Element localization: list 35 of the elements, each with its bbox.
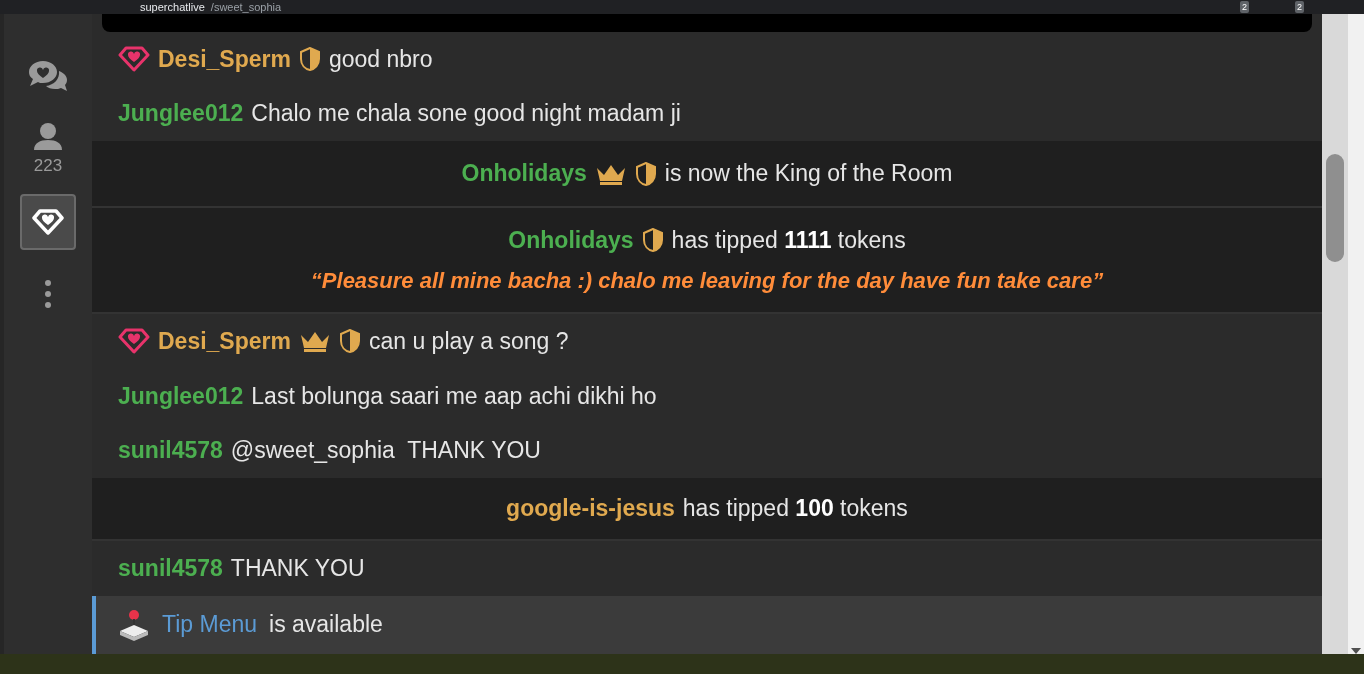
message-text: can u play a song ? <box>368 327 569 355</box>
username[interactable]: google-is-jesus <box>506 494 675 522</box>
notice-text: has tipped 1111 tokens <box>671 226 906 254</box>
down-arrow-icon[interactable] <box>1351 648 1361 654</box>
message-text: @sweet_sophia THANK YOU <box>230 437 541 465</box>
info-text: is available <box>269 611 383 639</box>
username[interactable]: Onholidays <box>508 226 634 254</box>
message-text: Last bolunga saari me aap achi dikhi ho <box>251 382 657 410</box>
username[interactable]: sunil4578 <box>118 437 223 465</box>
username[interactable]: Desi_Sperm <box>158 45 291 73</box>
joystick-icon <box>118 608 150 641</box>
scrollbar-thumb[interactable] <box>1326 154 1344 262</box>
username[interactable]: sunil4578 <box>118 554 223 582</box>
gem-heart-icon <box>32 209 64 235</box>
message-text: THANK YOU <box>230 554 365 582</box>
notice-text: has tipped 100 tokens <box>682 494 908 522</box>
extension-badge[interactable]: 2 <box>1239 1 1249 13</box>
tip-menu-link[interactable]: Tip Menu <box>162 611 258 639</box>
username[interactable]: Junglee012 <box>118 100 244 128</box>
tip-quote: “Pleasure all mine bacha :) chalo me leaving for the day have fun take care” <box>310 267 1104 294</box>
message-text: good nbro <box>328 45 433 73</box>
url-host[interactable]: superchatlive <box>140 1 205 13</box>
notice-text: is now the King of the Room <box>664 160 953 188</box>
chat-heart-icon <box>27 59 69 93</box>
extension-badge[interactable]: 2 <box>1295 1 1304 13</box>
url-path[interactable]: /sweet_sophia <box>210 1 282 13</box>
message-text: Chalo me chala sone good night madam ji <box>251 100 681 128</box>
user-icon <box>33 122 63 150</box>
username[interactable]: Onholidays <box>461 160 587 188</box>
viewer-count: 223 <box>33 156 63 176</box>
sidebar-button[interactable] <box>20 194 76 250</box>
username[interactable]: Junglee012 <box>118 382 244 410</box>
more-icon <box>44 279 52 309</box>
username[interactable]: Desi_Sperm <box>158 327 291 355</box>
sidebar-button[interactable]: 223 <box>20 120 76 178</box>
